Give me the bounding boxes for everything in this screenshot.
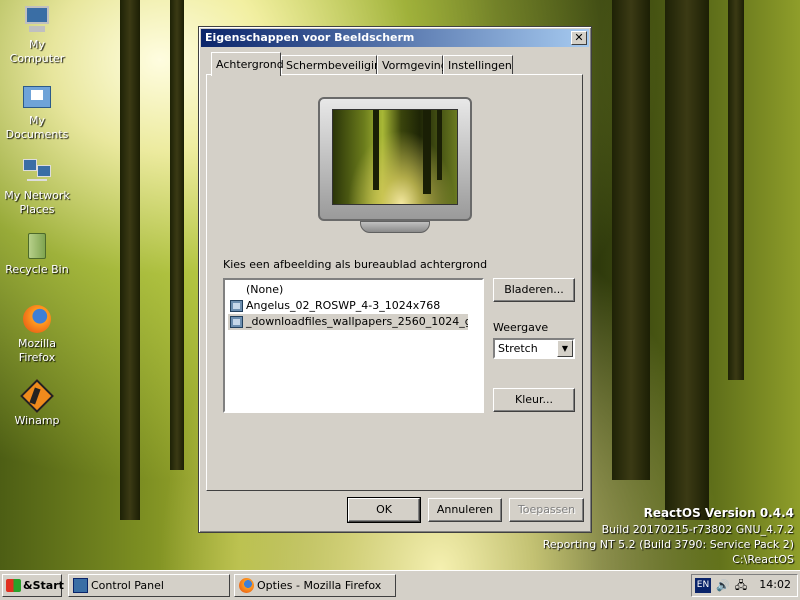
control-panel-icon (73, 578, 88, 593)
version-info-line: Reporting NT 5.2 (Build 3790: Service Pa… (542, 538, 794, 551)
desktop-icon-winamp[interactable]: Winamp (1, 379, 73, 428)
taskbar: &Start Control Panel Opties - Mozilla Fi… (0, 570, 800, 600)
wallpaper-preview (332, 109, 458, 205)
taskbar-item-label: Control Panel (91, 579, 164, 592)
cancel-button-label: Annuleren (436, 503, 494, 516)
version-info-line: Build 20170215-r73802 GNU_4.7.2 (601, 523, 794, 536)
firefox-icon (239, 578, 254, 593)
tree-trunk (665, 0, 709, 520)
cancel-button[interactable]: Annuleren (428, 498, 502, 522)
close-button[interactable]: ✕ (571, 31, 587, 45)
start-label: &Start (23, 579, 64, 592)
desktop-icon-my-documents[interactable]: My Documents (1, 80, 73, 142)
color-button-label: Kleur... (514, 393, 553, 406)
recycle-bin-icon (21, 229, 53, 261)
image-file-icon (230, 300, 243, 312)
system-tray: EN 🔊 🖧 14:02 (691, 574, 798, 597)
display-mode-value: Stretch (498, 342, 538, 355)
desktop-icon-label: Mozilla Firefox (18, 337, 56, 364)
close-icon: ✕ (574, 31, 584, 44)
title-bar[interactable]: Eigenschappen voor Beeldscherm ✕ (201, 29, 589, 47)
monitor-preview (318, 97, 472, 221)
volume-icon[interactable]: 🔊 (716, 579, 730, 592)
browse-button[interactable]: Bladeren... (493, 278, 575, 302)
chevron-down-icon[interactable]: ▼ (557, 340, 573, 357)
list-item-selected[interactable]: _downloadfiles_wallpapers_2560_1024_gr..… (228, 314, 468, 330)
list-item-label: Angelus_02_ROSWP_4-3_1024x768 (246, 299, 441, 312)
tab-schermbeveiliging[interactable]: Schermbeveiliging (281, 55, 388, 75)
apply-button-label: Toepassen (517, 503, 576, 516)
tab-instellingen[interactable]: Instellingen (443, 55, 513, 75)
desktop-icon-label: My Documents (5, 114, 69, 141)
list-item[interactable]: (None) (228, 282, 468, 298)
tab-label: Achtergrond (216, 58, 284, 71)
window-title: Eigenschappen voor Beeldscherm (205, 31, 415, 44)
firefox-icon (21, 303, 53, 335)
tree-trunk (120, 0, 140, 520)
computer-icon (21, 4, 53, 36)
apply-button[interactable]: Toepassen (509, 498, 584, 522)
clock[interactable]: 14:02 (759, 578, 791, 591)
list-item[interactable]: Angelus_02_ROSWP_4-3_1024x768 (228, 298, 468, 314)
language-indicator[interactable]: EN (695, 578, 711, 593)
tab-label: Vormgeving (382, 59, 448, 72)
list-item-label: (None) (246, 283, 284, 296)
display-mode-label: Weergave (493, 321, 549, 334)
tree-trunk (728, 0, 744, 380)
ok-button[interactable]: OK (347, 497, 421, 523)
tree-trunk (612, 0, 650, 480)
desktop-icon-label: Winamp (14, 414, 60, 427)
desktop-icon-label: My Computer (9, 38, 65, 65)
tab-vormgeving[interactable]: Vormgeving (377, 55, 448, 75)
tab-label: Instellingen (448, 59, 512, 72)
reactos-logo-icon (6, 579, 21, 592)
color-button[interactable]: Kleur... (493, 388, 575, 412)
wallpaper-list[interactable]: (None) Angelus_02_ROSWP_4-3_1024x768 _do… (223, 278, 484, 413)
monitor-stand (360, 221, 430, 233)
desktop-icon-my-computer[interactable]: My Computer (1, 4, 73, 66)
tree-trunk (170, 0, 184, 470)
network-status-icon[interactable]: 🖧 (734, 579, 748, 592)
tab-achtergrond[interactable]: Achtergrond (211, 52, 284, 76)
browse-button-label: Bladeren... (504, 283, 564, 296)
network-icon (21, 155, 53, 187)
documents-folder-icon (21, 80, 53, 112)
list-item-label: _downloadfiles_wallpapers_2560_1024_gr..… (246, 315, 468, 328)
winamp-icon (20, 379, 54, 413)
start-button[interactable]: &Start (2, 574, 64, 597)
taskbar-item-label: Opties - Mozilla Firefox (257, 579, 382, 592)
desktop-icon-recycle-bin[interactable]: Recycle Bin (1, 229, 73, 277)
taskbar-item-control-panel[interactable]: Control Panel (68, 574, 230, 597)
tab-label: Schermbeveiliging (286, 59, 389, 72)
desktop-icon-label: My Network Places (4, 189, 70, 216)
taskbar-item-firefox[interactable]: Opties - Mozilla Firefox (234, 574, 396, 597)
desktop-icon-firefox[interactable]: Mozilla Firefox (1, 303, 73, 365)
desktop-icon-label: Recycle Bin (5, 263, 69, 276)
display-mode-select[interactable]: Stretch ▼ (493, 338, 575, 359)
desktop-icon-network-places[interactable]: My Network Places (1, 155, 73, 217)
image-file-icon (230, 316, 243, 328)
version-info-line: C:\ReactOS (732, 553, 794, 566)
ok-button-label: OK (376, 503, 392, 516)
wallpaper-prompt-label: Kies een afbeelding als bureaublad achte… (223, 258, 488, 271)
version-info-line: ReactOS Version 0.4.4 (643, 506, 794, 520)
